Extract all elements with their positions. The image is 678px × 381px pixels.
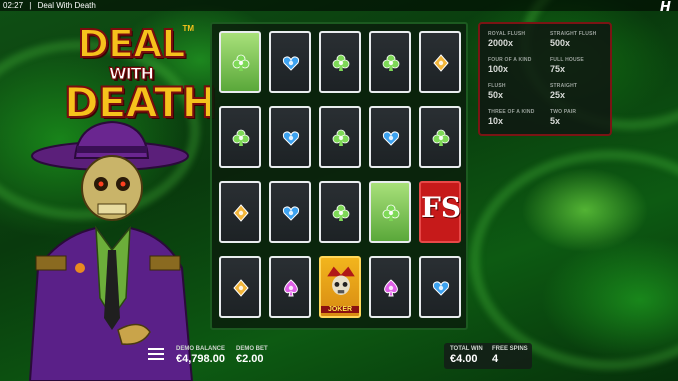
joker-label: JOKER xyxy=(321,306,359,313)
heart-card-symbol xyxy=(269,181,311,243)
heart-icon xyxy=(432,281,450,296)
club-icon xyxy=(432,129,450,146)
heart-icon xyxy=(382,131,400,146)
club-card-symbol xyxy=(319,106,361,168)
paytable-hand-label: FOUR OF A KIND xyxy=(488,57,532,63)
paytable-entry: TWO PAIR 5x xyxy=(550,109,610,126)
paytable-entry: STRAIGHT 25x xyxy=(550,83,610,100)
game-title: Deal With Death xyxy=(37,1,96,10)
paytable-multiplier: 50x xyxy=(488,90,504,100)
trademark-mark: TM xyxy=(182,24,194,33)
reel-grid: FS JOKER xyxy=(210,22,468,330)
heart-icon xyxy=(282,206,300,221)
wild-card-symbol xyxy=(219,31,261,93)
free-spins-value: 4 xyxy=(492,353,499,365)
heart-icon xyxy=(282,56,300,71)
balance-label: DEMO BALANCE xyxy=(176,346,225,352)
paytable-entry: FOUR OF A KIND 100x xyxy=(488,57,548,74)
diamond-icon xyxy=(433,54,449,72)
status-bar: 02:27 | Deal With Death xyxy=(0,0,678,11)
diamond-card-symbol xyxy=(219,256,261,318)
spade-icon xyxy=(284,279,298,297)
win-spins-panel: TOTAL WIN €4.00 FREE SPINS 4 xyxy=(444,343,532,369)
paytable-multiplier: 5x xyxy=(550,116,561,126)
clock-text: 02:27 xyxy=(3,1,24,10)
balance-value: €4,798.00 xyxy=(176,353,225,365)
paytable-panel: ROYAL FLUSH 2000x STRAIGHT FLUSH 500x FOUR O… xyxy=(478,22,612,136)
joker-symbol: JOKER xyxy=(319,256,361,318)
club-icon xyxy=(382,54,400,71)
free-spins-label: FREE SPINS xyxy=(492,346,528,352)
total-win-label: TOTAL WIN xyxy=(450,346,483,352)
paytable-multiplier: 25x xyxy=(550,90,566,100)
club-icon xyxy=(332,54,350,71)
club-icon xyxy=(332,204,350,221)
paytable-entry: STRAIGHT FLUSH 500x xyxy=(550,31,610,48)
club-icon xyxy=(232,54,250,71)
club-icon xyxy=(232,129,250,146)
background-swirl xyxy=(470,150,678,370)
paytable-multiplier: 2000x xyxy=(488,38,514,48)
free-spins-symbol-text: FS xyxy=(421,191,462,224)
heart-card-symbol xyxy=(369,106,411,168)
paytable-hand-label: ROYAL FLUSH xyxy=(488,31,526,37)
spade-card-symbol xyxy=(369,256,411,318)
paytable-hand-label: FULL HOUSE xyxy=(550,57,584,63)
game-stage: 02:27 | Deal With Death H DEAL WITH DEAT… xyxy=(0,0,678,381)
balance-display: DEMO BALANCE €4,798.00 xyxy=(176,346,225,365)
paytable-multiplier: 10x xyxy=(488,116,504,126)
club-card-symbol xyxy=(319,181,361,243)
hamburger-menu-icon[interactable] xyxy=(148,348,164,362)
paytable-entry: FLUSH 50x xyxy=(488,83,548,100)
heart-card-symbol xyxy=(269,106,311,168)
paytable-multiplier: 500x xyxy=(550,38,571,48)
paytable-hand-label: TWO PAIR xyxy=(550,109,577,115)
club-card-symbol xyxy=(369,31,411,93)
total-win-display: TOTAL WIN €4.00 xyxy=(450,346,483,365)
paytable-entry: FULL HOUSE 75x xyxy=(550,57,610,74)
paytable-entry: THREE OF A KIND 10x xyxy=(488,109,548,126)
title-separator: | xyxy=(29,1,32,10)
diamond-icon xyxy=(233,204,249,222)
paytable-hand-label: STRAIGHT xyxy=(550,83,578,89)
club-icon xyxy=(332,129,350,146)
diamond-card-symbol xyxy=(419,31,461,93)
hacksaw-h-icon: H xyxy=(660,0,671,15)
heart-card-symbol xyxy=(269,31,311,93)
bet-value: €2.00 xyxy=(236,353,264,365)
club-card-symbol xyxy=(319,31,361,93)
heart-card-symbol xyxy=(419,256,461,318)
club-card-symbol xyxy=(219,106,261,168)
spade-icon xyxy=(384,279,398,297)
bet-label: DEMO BET xyxy=(236,346,268,352)
wild-card-symbol xyxy=(369,181,411,243)
club-icon xyxy=(382,204,400,221)
joker-skull-icon xyxy=(327,266,355,295)
paytable-hand-label: STRAIGHT FLUSH xyxy=(550,31,597,37)
total-win-value: €4.00 xyxy=(450,353,478,365)
bet-display[interactable]: DEMO BET €2.00 xyxy=(236,346,268,365)
free-spins-display: FREE SPINS 4 xyxy=(492,346,528,365)
heart-icon xyxy=(282,131,300,146)
paytable-multiplier: 100x xyxy=(488,64,509,74)
diamond-icon xyxy=(233,279,249,297)
paytable-multiplier: 75x xyxy=(550,64,566,74)
spade-card-symbol xyxy=(269,256,311,318)
paytable-hand-label: FLUSH xyxy=(488,83,506,89)
free-spins-symbol: FS xyxy=(419,181,461,243)
paytable-hand-label: THREE OF A KIND xyxy=(488,109,535,115)
skeleton-dealer-character xyxy=(28,120,194,381)
logo-word-deal: DEAL xyxy=(76,21,186,67)
diamond-card-symbol xyxy=(219,181,261,243)
paytable-entry: ROYAL FLUSH 2000x xyxy=(488,31,548,48)
club-card-symbol xyxy=(419,106,461,168)
